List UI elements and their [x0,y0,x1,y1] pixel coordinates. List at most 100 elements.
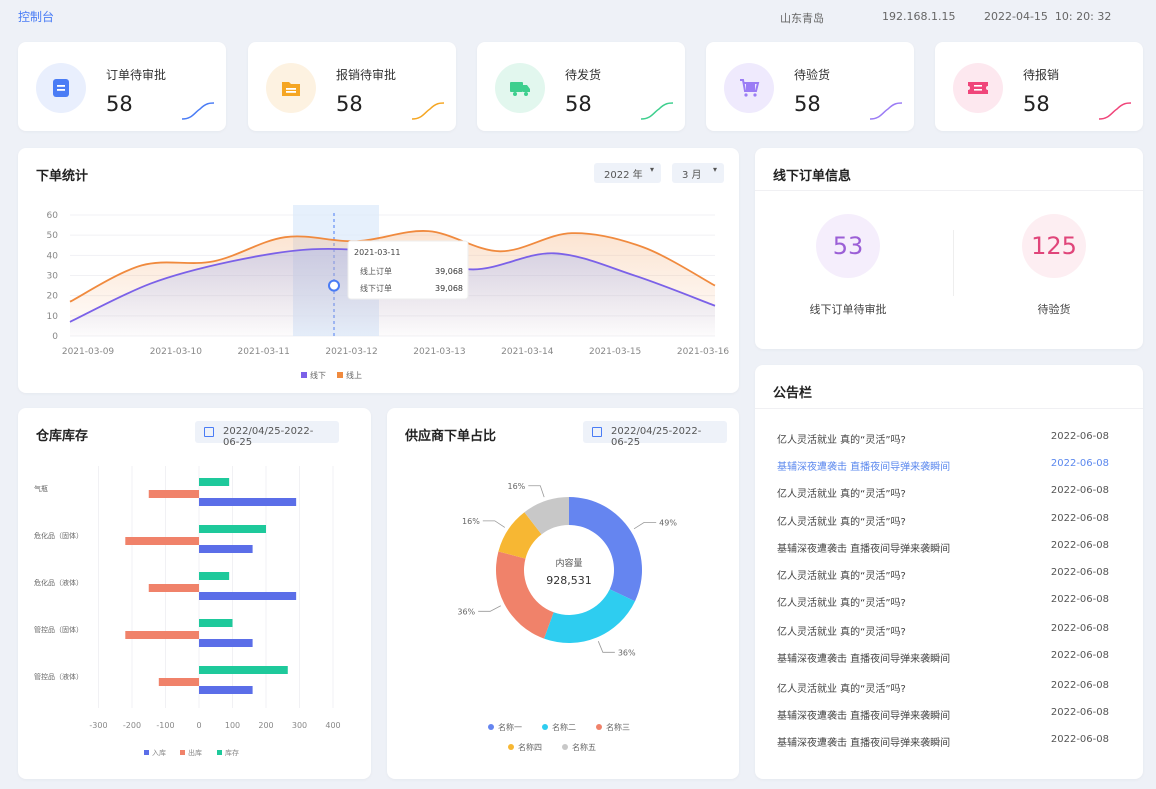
label-leader [482,520,506,528]
sparkline [869,102,903,120]
sparkline [181,102,215,120]
notice-item[interactable]: 基辅深夜遭袭击 直播夜间导弹来袭瞬间 2022-06-08 [777,734,1109,749]
divider [953,230,954,296]
slice-value-label: 49% [659,518,677,527]
notice-board-title: 公告栏 [773,386,813,401]
offline-inspect-ring[interactable]: 125 [1022,214,1086,278]
bar [199,639,253,647]
donut-center-label: 内容量 [555,557,582,569]
stat-value: 58 [1023,92,1050,116]
stat-label: 待发货 [565,68,602,82]
notice-item[interactable]: 亿人灵活就业 真的“灵活”吗? 2022-06-08 [777,567,1109,582]
notice-title: 基辅深夜遭袭击 直播夜间导弹来袭瞬间 [777,654,951,665]
stat-icon-box [36,63,86,113]
supplier-donut-chart[interactable]: 49% 36% 36% 16% 16% 内容量 928,531 名称一 名称二 名称三名称四 名称五 [387,408,739,779]
stat-label: 待报销 [1023,68,1060,82]
stat-card-pending-reimburse[interactable]: 待报销 58 [935,42,1143,131]
bar [199,545,253,553]
legend-swatch [337,372,343,378]
y-tick-label: 60 [47,211,59,221]
x-tick-label: 400 [325,721,340,730]
legend-dot [596,724,602,730]
legend-label: 名称一 [498,722,522,732]
notice-title: 亿人灵活就业 真的“灵活”吗? [777,571,906,582]
stat-icon-box [266,63,316,113]
legend-label: 线下 [310,370,326,380]
notice-title: 基辅深夜遭袭击 直播夜间导弹来袭瞬间 [777,738,951,749]
tooltip-label: 线上订单 [360,266,392,276]
bar [199,592,297,600]
legend-label: 库存 [225,748,239,757]
warehouse-card: 仓库库存 2022/04/25-2022-06-25 -300 -200 -100 0… [18,408,371,779]
bar [199,666,288,674]
legend-label: 名称三 [606,722,630,732]
bar [199,478,230,486]
tooltip-value: 39,068 [435,267,463,276]
document-icon [53,79,69,97]
legend-dot [542,724,548,730]
x-tick-label: 2021-03-15 [589,347,641,357]
notice-date: 2022-06-08 [1050,458,1109,469]
order-stats-card: 下单统计 2022 年 ▾ 3 月 ▾ 0 10 20 30 40 50 60 2021-03… [18,148,739,393]
notice-title: 亿人灵活就业 真的“灵活”吗? [777,627,906,638]
tooltip-value: 39,068 [435,284,463,293]
category-label: 危化品（固体） [34,531,83,540]
offline-orders-card: 线下订单信息 53 线下订单待审批 125 待验货 [755,148,1143,349]
notice-item[interactable]: 基辅深夜遭袭击 直播夜间导弹来袭瞬间 2022-06-08 [777,650,1109,665]
notice-date: 2022-06-08 [1050,680,1109,691]
stat-value: 58 [336,92,363,116]
stat-value: 58 [794,92,821,116]
bar [199,498,297,506]
sparkline [411,102,445,120]
offline-orders-title: 线下订单信息 [773,169,852,184]
slice-value-label: 36% [618,648,636,657]
divider [755,408,1143,409]
stat-icon-box [495,63,545,113]
notice-item[interactable]: 基辅深夜遭袭击 直播夜间导弹来袭瞬间 2022-06-08 [777,458,1109,473]
notice-item[interactable]: 亿人灵活就业 真的“灵活”吗? 2022-06-08 [777,513,1109,528]
supplier-card: 供应商下单占比 2022/04/25-2022-06-25 49% 36% 36% 1… [387,408,739,779]
stat-card-order-approval[interactable]: 订单待审批 58 [18,42,226,131]
location-text: 山东青岛 [780,12,824,25]
breadcrumb[interactable]: 控制台 [18,8,54,25]
warehouse-bar-chart[interactable]: -300 -200 -100 0 100 200 300 400 气瓶危化品（固体） 危化品（液体… [18,408,371,779]
stat-card-pending-shipment[interactable]: 待发货 58 [477,42,685,131]
notice-title: 基辅深夜遭袭击 直播夜间导弹来袭瞬间 [777,462,951,473]
legend-label: 名称四 [518,742,542,752]
stat-card-reimburse-approval[interactable]: 报销待审批 58 [248,42,456,131]
notice-date: 2022-06-08 [1050,707,1109,718]
notice-item[interactable]: 亿人灵活就业 真的“灵活”吗? 2022-06-08 [777,485,1109,500]
notice-item[interactable]: 亿人灵活就业 真的“灵活”吗? 2022-06-08 [777,623,1109,638]
ticket-icon [968,82,988,94]
notice-board-card: 公告栏 亿人灵活就业 真的“灵活”吗? 2022-06-08 基辅深夜遭袭击 直播夜… [755,365,1143,779]
notice-title: 亿人灵活就业 真的“灵活”吗? [777,489,906,500]
stat-icon-box [724,63,774,113]
category-label: 气瓶 [34,484,48,493]
divider [755,190,1143,191]
order-line-chart[interactable]: 0 10 20 30 40 50 60 2021-03-09 2021-03-10 2021-03… [18,148,739,393]
stat-card-pending-inspection[interactable]: 待验货 58 [706,42,914,131]
x-tick-label: 2021-03-11 [238,347,290,357]
notice-date: 2022-06-08 [1050,650,1109,661]
x-tick-label: 2021-03-10 [150,347,203,357]
y-tick-label: 20 [47,292,59,302]
ip-text: 192.168.1.15 [882,10,956,23]
hover-point [328,279,340,292]
offline-pending-ring[interactable]: 53 [816,214,880,278]
notice-item[interactable]: 亿人灵活就业 真的“灵活”吗? 2022-06-08 [777,431,1109,446]
y-tick-label: 0 [52,332,58,342]
notice-date: 2022-06-08 [1050,623,1109,634]
offline-inspect-label: 待验货 [1037,303,1071,316]
x-tick-label: -200 [123,721,141,730]
legend-dot [562,744,568,750]
notice-item[interactable]: 基辅深夜遭袭击 直播夜间导弹来袭瞬间 2022-06-08 [777,540,1109,555]
legend-dot [488,724,494,730]
notice-item[interactable]: 亿人灵活就业 真的“灵活”吗? 2022-06-08 [777,594,1109,609]
slice-value-label: 16% [462,517,480,526]
legend-label: 名称五 [572,742,596,752]
category-label: 管控品（固体） [34,625,83,634]
notice-item[interactable]: 亿人灵活就业 真的“灵活”吗? 2022-06-08 [777,680,1109,695]
sparkline [1098,102,1132,120]
notice-item[interactable]: 基辅深夜遭袭击 直播夜间导弹来袭瞬间 2022-06-08 [777,707,1109,722]
stat-value: 58 [565,92,592,116]
